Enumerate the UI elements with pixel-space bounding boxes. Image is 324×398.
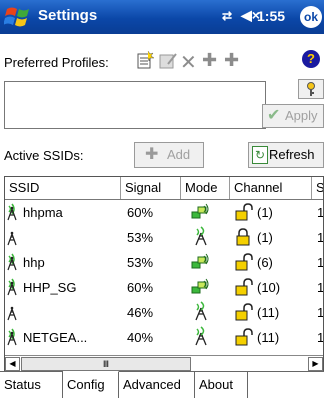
lock-open-icon [235,328,253,349]
new-profile-icon[interactable] [135,50,155,75]
lock-open-icon [235,303,253,324]
active-ssids-label: Active SSIDs: [4,148,84,163]
signal-cell: 40% [127,330,154,345]
checkmark-icon: ✔ [267,107,281,124]
s-cell: 1 [317,305,324,320]
channel-cell: (11) [257,330,280,345]
s-cell: 1 [317,255,324,270]
table-row[interactable]: NETGEA... 40% (11) 1 [5,326,324,349]
channel-cell: (6) [257,255,273,270]
table-row[interactable]: hhp 53% (6) 1 [5,253,324,274]
signal-cell: 60% [127,280,154,295]
channel-cell: (10) [257,280,281,295]
ssid-cell: hhpma [23,205,63,220]
table-row[interactable]: hhpma 60% (1) 1 [5,203,324,224]
adhoc-mode-icon [191,301,211,324]
connectivity-icon[interactable]: ⇄ [222,9,232,23]
apply-button[interactable]: ✔ Apply [262,104,324,128]
horizontal-scrollbar[interactable]: ◀ Ⅲ ▶ [5,355,323,371]
network-antenna-icon [5,253,19,274]
column-header-signal[interactable]: Signal [121,177,181,199]
windows-flag-icon[interactable] [4,4,32,30]
adhoc-mode-icon [191,226,211,249]
add-label: Add [167,147,191,162]
infrastructure-mode-icon [191,253,211,274]
lock-closed-icon [235,228,253,249]
window-title: Settings [38,7,98,24]
tab-advanced[interactable]: Advanced [119,372,195,398]
clock[interactable]: 1:55 [257,8,285,24]
column-header-channel[interactable]: Channel [230,177,312,199]
edit-profile-icon[interactable] [158,52,178,75]
preferred-profiles-label: Preferred Profiles: [4,55,109,70]
ssid-cell: hhp [23,255,45,270]
delete-profile-icon[interactable]: ✕ [180,50,197,75]
move-down-icon[interactable]: ✚ [224,50,239,71]
table-row[interactable]: HHP_SG 60% (10) 1 [5,278,324,299]
s-cell: 1 [317,230,324,245]
apply-label: Apply [285,108,318,123]
network-antenna-icon [5,328,19,349]
lock-open-icon [235,203,253,224]
add-network-icon: ✚ [145,146,159,163]
network-antenna-icon [5,228,19,249]
signal-cell: 53% [127,230,154,245]
add-button[interactable]: ✚ Add [134,142,204,168]
s-cell: 1 [317,280,324,295]
column-header-ssid[interactable]: SSID [5,177,121,199]
table-row[interactable]: 46% (11) 1 [5,301,324,324]
title-bar: Settings ⇄ ◀× 1:55 ok [0,0,324,34]
scroll-right-icon[interactable]: ▶ [308,357,323,371]
profile-properties-button[interactable] [298,79,324,99]
refresh-label: Refresh [269,147,315,162]
refresh-button[interactable]: ↻ Refresh [248,142,324,168]
network-antenna-icon [5,278,19,299]
infrastructure-mode-icon [191,203,211,224]
network-antenna-icon [5,303,19,324]
tab-status[interactable]: Status [0,372,63,398]
move-up-icon[interactable]: ✚ [202,50,217,71]
signal-cell: 53% [127,255,154,270]
table-row[interactable]: 53% (1) 1 [5,226,324,249]
ssid-cell: HHP_SG [23,280,77,295]
table-header: SSID Signal Mode Channel S [5,177,323,200]
signal-cell: 60% [127,205,154,220]
lock-open-icon [235,278,253,299]
channel-cell: (11) [257,305,280,320]
ok-button[interactable]: ok [300,6,322,28]
column-header-s[interactable]: S [312,177,323,199]
lock-open-icon [235,253,253,274]
scroll-left-icon[interactable]: ◀ [5,357,20,371]
s-cell: 1 [317,205,324,220]
infrastructure-mode-icon [191,278,211,299]
tab-bar: Status Config Advanced About [0,371,324,398]
preferred-profiles-list[interactable] [4,81,266,129]
channel-cell: (1) [257,230,273,245]
adhoc-mode-icon [191,326,211,349]
ssid-cell: NETGEA... [23,330,88,345]
scroll-thumb[interactable]: Ⅲ [21,357,191,371]
signal-cell: 46% [127,305,154,320]
tab-config[interactable]: Config [63,371,119,398]
key-icon [307,82,315,96]
tab-about[interactable]: About [195,372,248,398]
s-cell: 1 [317,330,324,345]
network-antenna-icon [5,203,19,224]
channel-cell: (1) [257,205,273,220]
refresh-icon: ↻ [252,146,268,164]
help-icon[interactable]: ? [302,50,320,68]
ssid-table[interactable]: SSID Signal Mode Channel S hhpma 60% (1) 1 5… [4,176,324,380]
column-header-mode[interactable]: Mode [181,177,230,199]
